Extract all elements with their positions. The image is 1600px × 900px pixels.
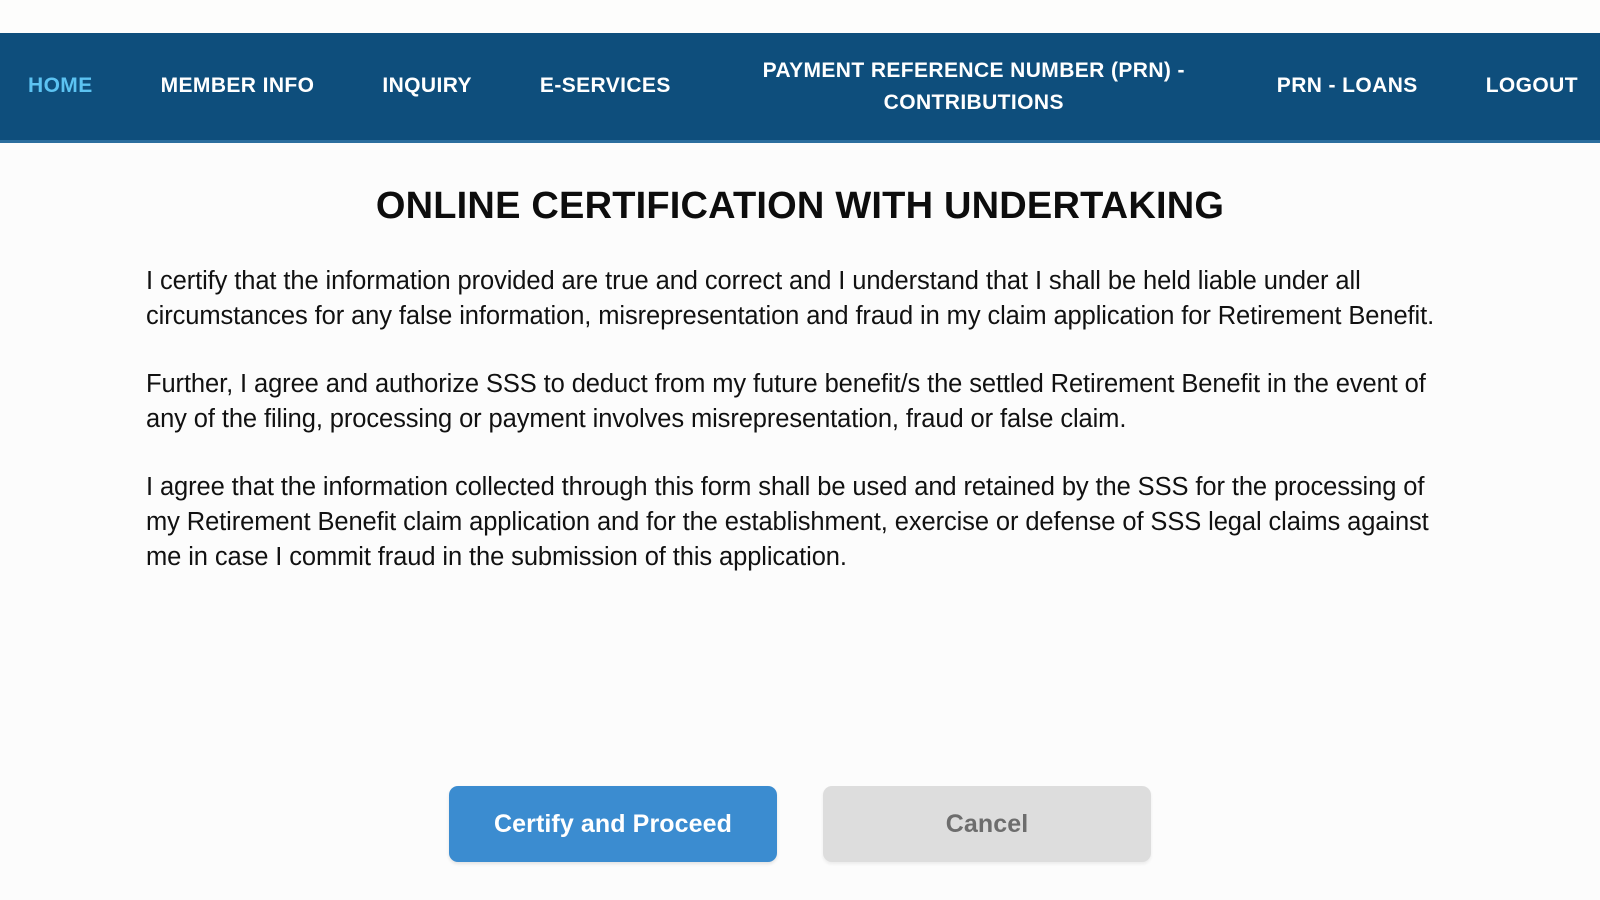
action-button-row: Certify and Proceed Cancel	[0, 786, 1600, 862]
certification-paragraph-2: Further, I agree and authorize SSS to de…	[146, 370, 1426, 433]
top-white-strip	[0, 0, 1600, 33]
certification-paragraph-1: I certify that the information provided …	[146, 267, 1435, 330]
certification-paragraph-3: I agree that the information collected t…	[146, 473, 1429, 571]
certification-text-block: I certify that the information provided …	[0, 264, 1600, 575]
nav-item-member-info[interactable]: MEMBER INFO	[161, 70, 315, 103]
certify-and-proceed-button[interactable]: Certify and Proceed	[449, 786, 777, 862]
cancel-button[interactable]: Cancel	[823, 786, 1151, 862]
page-title: ONLINE CERTIFICATION WITH UNDERTAKING	[375, 185, 1225, 227]
main-navigation-bar: HOME MEMBER INFO INQUIRY E-SERVICES PAYM…	[0, 33, 1600, 143]
nav-item-logout[interactable]: LOGOUT	[1486, 70, 1578, 103]
nav-item-home[interactable]: HOME	[28, 70, 93, 103]
nav-item-e-services[interactable]: E-SERVICES	[540, 70, 671, 103]
nav-item-inquiry[interactable]: INQUIRY	[382, 70, 472, 103]
page-root: HOME MEMBER INFO INQUIRY E-SERVICES PAYM…	[0, 0, 1600, 900]
nav-item-prn-contributions[interactable]: PAYMENT REFERENCE NUMBER (PRN) - CONTRIB…	[739, 55, 1209, 118]
main-content: ONLINE CERTIFICATION WITH UNDERTAKING I …	[0, 185, 1600, 575]
nav-item-prn-loans[interactable]: PRN - LOANS	[1277, 70, 1418, 103]
